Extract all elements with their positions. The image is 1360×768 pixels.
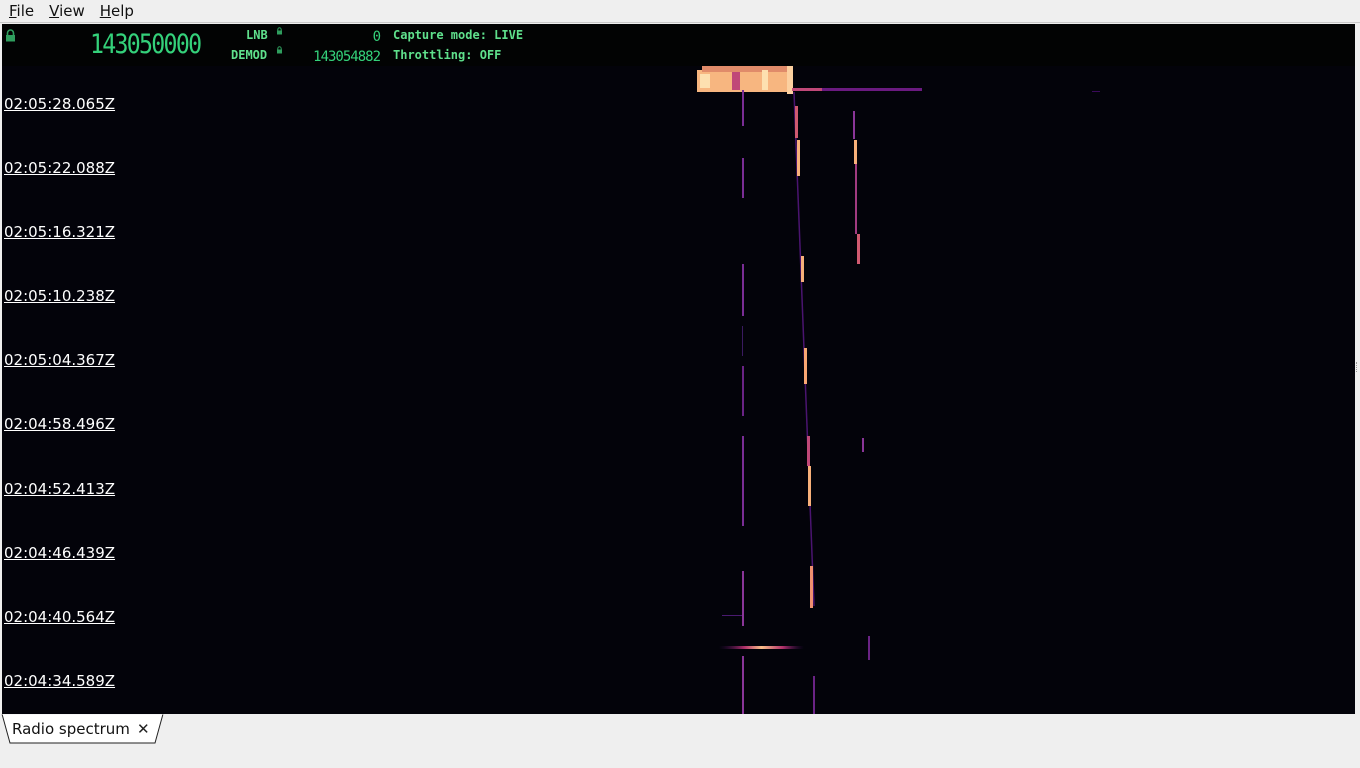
lnb-lock-icon[interactable] [276,27,283,35]
menu-view-label: iew [59,2,85,20]
resize-grip-icon [1356,362,1359,372]
timestamp-label: 02:05:04.367Z [4,351,116,369]
timestamp-label: 02:04:46.439Z [4,544,116,562]
signal-burst-horizontal [719,646,804,649]
menu-view[interactable]: View [40,1,91,21]
waterfall-background [2,66,1355,714]
menu-help-mnemonic: H [99,2,112,20]
menu-file-mnemonic: F [9,2,17,20]
timestamp-label: 02:04:34.589Z [4,672,116,690]
capture-mode-text: Capture mode: LIVE [393,28,524,42]
lnb-label: LNB [246,28,268,42]
timestamp-label: 02:05:10.238Z [4,287,116,305]
timestamp-label: 02:04:52.413Z [4,480,116,498]
waterfall-display[interactable] [2,66,1355,714]
spectrum-panel: 143050000 LNB 0 DEMOD 143054882 Capture … [2,24,1355,714]
menu-help-label: elp [111,2,134,20]
status-bar: 143050000 LNB 0 DEMOD 143054882 Capture … [2,24,1355,67]
menu-bar: File View Help [0,0,1360,22]
timestamp-label: 02:05:28.065Z [4,95,116,113]
menu-help[interactable]: Help [91,1,140,21]
lnb-value[interactable]: 0 [332,30,381,44]
timestamp-label: 02:04:40.564Z [4,608,116,626]
main-frequency-display[interactable]: 143050000 [90,30,202,60]
timestamp-label: 02:05:22.088Z [4,159,116,177]
menu-file[interactable]: File [0,1,40,21]
menu-separator [0,22,1360,23]
tab-label: Radio spectrum [12,720,130,738]
timestamp-label: 02:04:58.496Z [4,415,116,433]
timestamp-label: 02:05:16.321Z [4,223,116,241]
demod-value[interactable]: 143054882 [296,50,381,64]
throttling-text: Throttling: OFF [393,48,502,62]
demod-label: DEMOD [231,48,268,62]
menu-file-label: ile [16,2,35,20]
menu-view-mnemonic: V [49,2,60,20]
close-icon[interactable]: ✕ [137,720,150,738]
demod-lock-icon[interactable] [276,46,283,54]
lock-icon[interactable] [5,29,16,42]
